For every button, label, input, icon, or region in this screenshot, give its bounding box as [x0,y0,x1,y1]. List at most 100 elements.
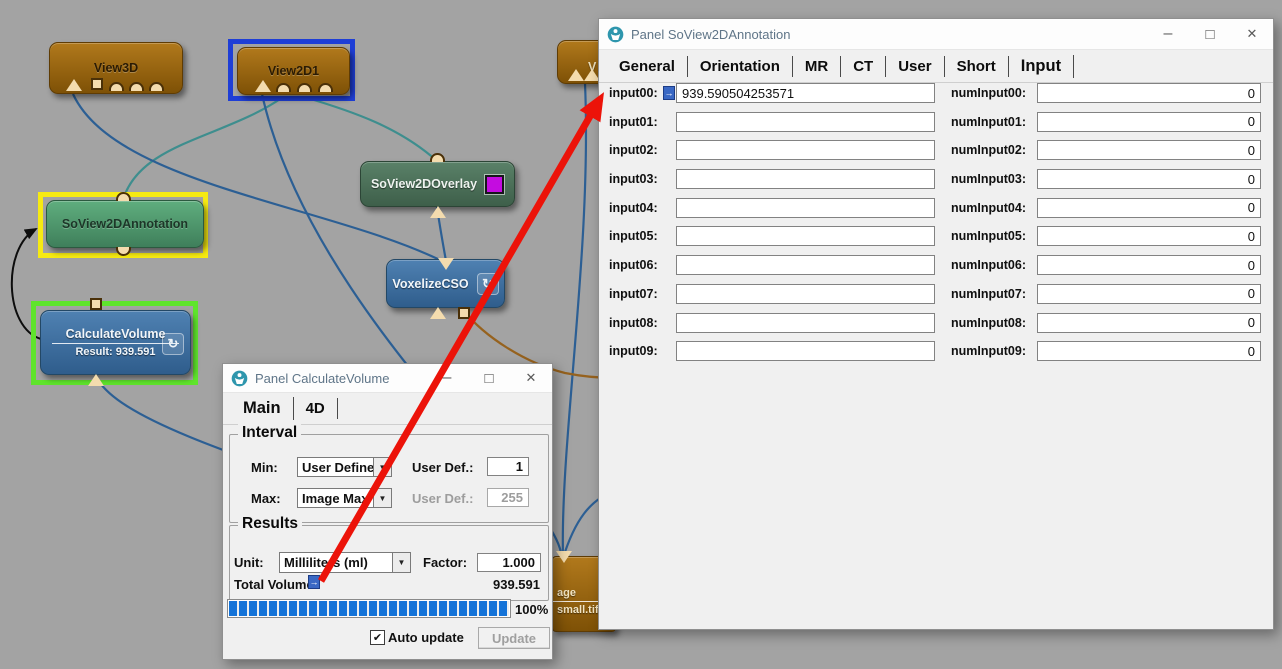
output-port-dome[interactable] [430,153,445,162]
input-port-dome[interactable] [276,83,291,92]
tab-orientation[interactable]: Orientation [688,56,793,77]
output-port-triangle[interactable] [438,258,454,270]
input05-field[interactable] [676,226,935,246]
input05-label: input05: [609,229,663,243]
progress-percent: 100% [515,602,548,617]
annotation-tabbar: General Orientation MR CT User Short Inp… [599,50,1273,83]
window-title: Panel SoView2DAnnotation [631,27,1147,42]
node-view3d[interactable]: View3D [49,42,183,94]
input08-field[interactable] [676,313,935,333]
max-combo[interactable]: Image Max [297,488,392,508]
tab-user[interactable]: User [886,56,944,77]
input09-field[interactable] [676,341,935,361]
input01-field[interactable] [676,112,935,132]
edge-clippednode-to-image[interactable] [563,83,586,557]
input-port-square[interactable] [458,307,470,319]
maximize-icon[interactable] [1189,19,1231,49]
numinput08-field[interactable] [1037,313,1261,333]
numinput07-field[interactable] [1037,284,1261,304]
min-combo[interactable]: User Defined [297,457,392,477]
input-row: input04: numInput04: [609,198,1261,218]
results-group-title: Results [238,515,302,533]
tab-main[interactable]: Main [231,397,294,420]
numinput03-label: numInput03: [951,172,1037,186]
refresh-icon[interactable] [162,333,184,355]
output-port-square[interactable] [90,298,102,310]
tab-input[interactable]: Input [1009,55,1074,78]
close-icon[interactable] [510,364,552,392]
annotation-window-titlebar[interactable]: Panel SoView2DAnnotation [599,19,1273,50]
node-view2d1[interactable]: View2D1 [237,47,350,95]
progress-bar [227,599,511,618]
output-port-triangle[interactable] [556,551,572,563]
minimize-icon[interactable] [1147,19,1189,49]
auto-update-checkbox[interactable] [370,630,385,645]
numinput04-field[interactable] [1037,198,1261,218]
input00-field[interactable] [676,83,935,103]
input03-field[interactable] [676,169,935,189]
input06-label: input06: [609,258,663,272]
input-row: input01: numInput01: [609,112,1261,132]
tab-short[interactable]: Short [945,56,1009,77]
input-port-triangle[interactable] [568,69,584,81]
update-button[interactable]: Update [478,627,550,649]
minimize-icon[interactable] [426,364,468,392]
input06-field[interactable] [676,255,935,275]
input02-field[interactable] [676,140,935,160]
close-icon[interactable] [1231,19,1273,49]
input07-field[interactable] [676,284,935,304]
edge-overlay-to-view2d1[interactable] [304,97,437,161]
tab-4d[interactable]: 4D [294,398,338,419]
parameter-connection-icon[interactable] [663,86,675,100]
numinput00-field[interactable] [1037,83,1261,103]
input-row: input05: numInput05: [609,226,1261,246]
input-port-dome[interactable] [149,82,164,91]
node-soview2dannotation[interactable]: SoView2DAnnotation [46,200,204,248]
numinput02-label: numInput02: [951,143,1037,157]
node-label: SoView2DAnnotation [62,217,188,231]
numinput06-label: numInput06: [951,258,1037,272]
node-calculatevolume[interactable]: CalculateVolume Result: 939.591 [40,310,191,375]
chevron-down-icon[interactable] [392,553,410,572]
input-port-dome[interactable] [129,82,144,91]
output-port-dome[interactable] [116,192,131,201]
input-port-dome[interactable] [109,82,124,91]
userdef-max-field[interactable] [487,488,529,507]
factor-field[interactable] [477,553,541,572]
chevron-down-icon[interactable] [373,458,391,476]
edge-annotation-to-view2d1[interactable] [123,97,283,200]
input-port-square[interactable] [91,78,103,90]
unit-label: Unit: [234,555,264,570]
input04-field[interactable] [676,198,935,218]
parameter-connection-icon[interactable] [308,575,320,589]
overlay-color-button[interactable] [485,175,504,194]
input-row: input00: numInput00: [609,83,1261,103]
node-voxelizecso[interactable]: VoxelizeCSO [386,259,505,308]
numinput08-label: numInput08: [951,316,1037,330]
userdef-max-label: User Def.: [412,491,473,506]
numinput05-field[interactable] [1037,226,1261,246]
numinput01-field[interactable] [1037,112,1261,132]
numinput06-field[interactable] [1037,255,1261,275]
tab-ct[interactable]: CT [841,56,886,77]
numinput09-field[interactable] [1037,341,1261,361]
input-port-dome[interactable] [318,83,333,92]
numinput02-field[interactable] [1037,140,1261,160]
tab-general[interactable]: General [607,56,688,77]
refresh-icon[interactable] [477,273,499,295]
results-group: Results Unit: Milliliters (ml) Factor: T… [229,525,549,601]
unit-combo[interactable]: Milliliters (ml) [279,552,411,573]
node-soview2doverlay[interactable]: SoView2DOverlay [360,161,515,207]
input-port-dome[interactable] [297,83,312,92]
input00-label: input00: [609,86,663,100]
userdef-min-field[interactable] [487,457,529,476]
chevron-down-icon[interactable] [373,489,391,507]
maximize-icon[interactable] [468,364,510,392]
calc-window-titlebar[interactable]: Panel CalculateVolume [223,364,552,393]
numinput03-field[interactable] [1037,169,1261,189]
userdef-min-label: User Def.: [412,460,473,475]
input-port-triangle[interactable] [66,79,82,91]
total-volume-value: 939.591 [493,577,540,592]
input-port-triangle[interactable] [255,80,271,92]
tab-mr[interactable]: MR [793,56,841,77]
